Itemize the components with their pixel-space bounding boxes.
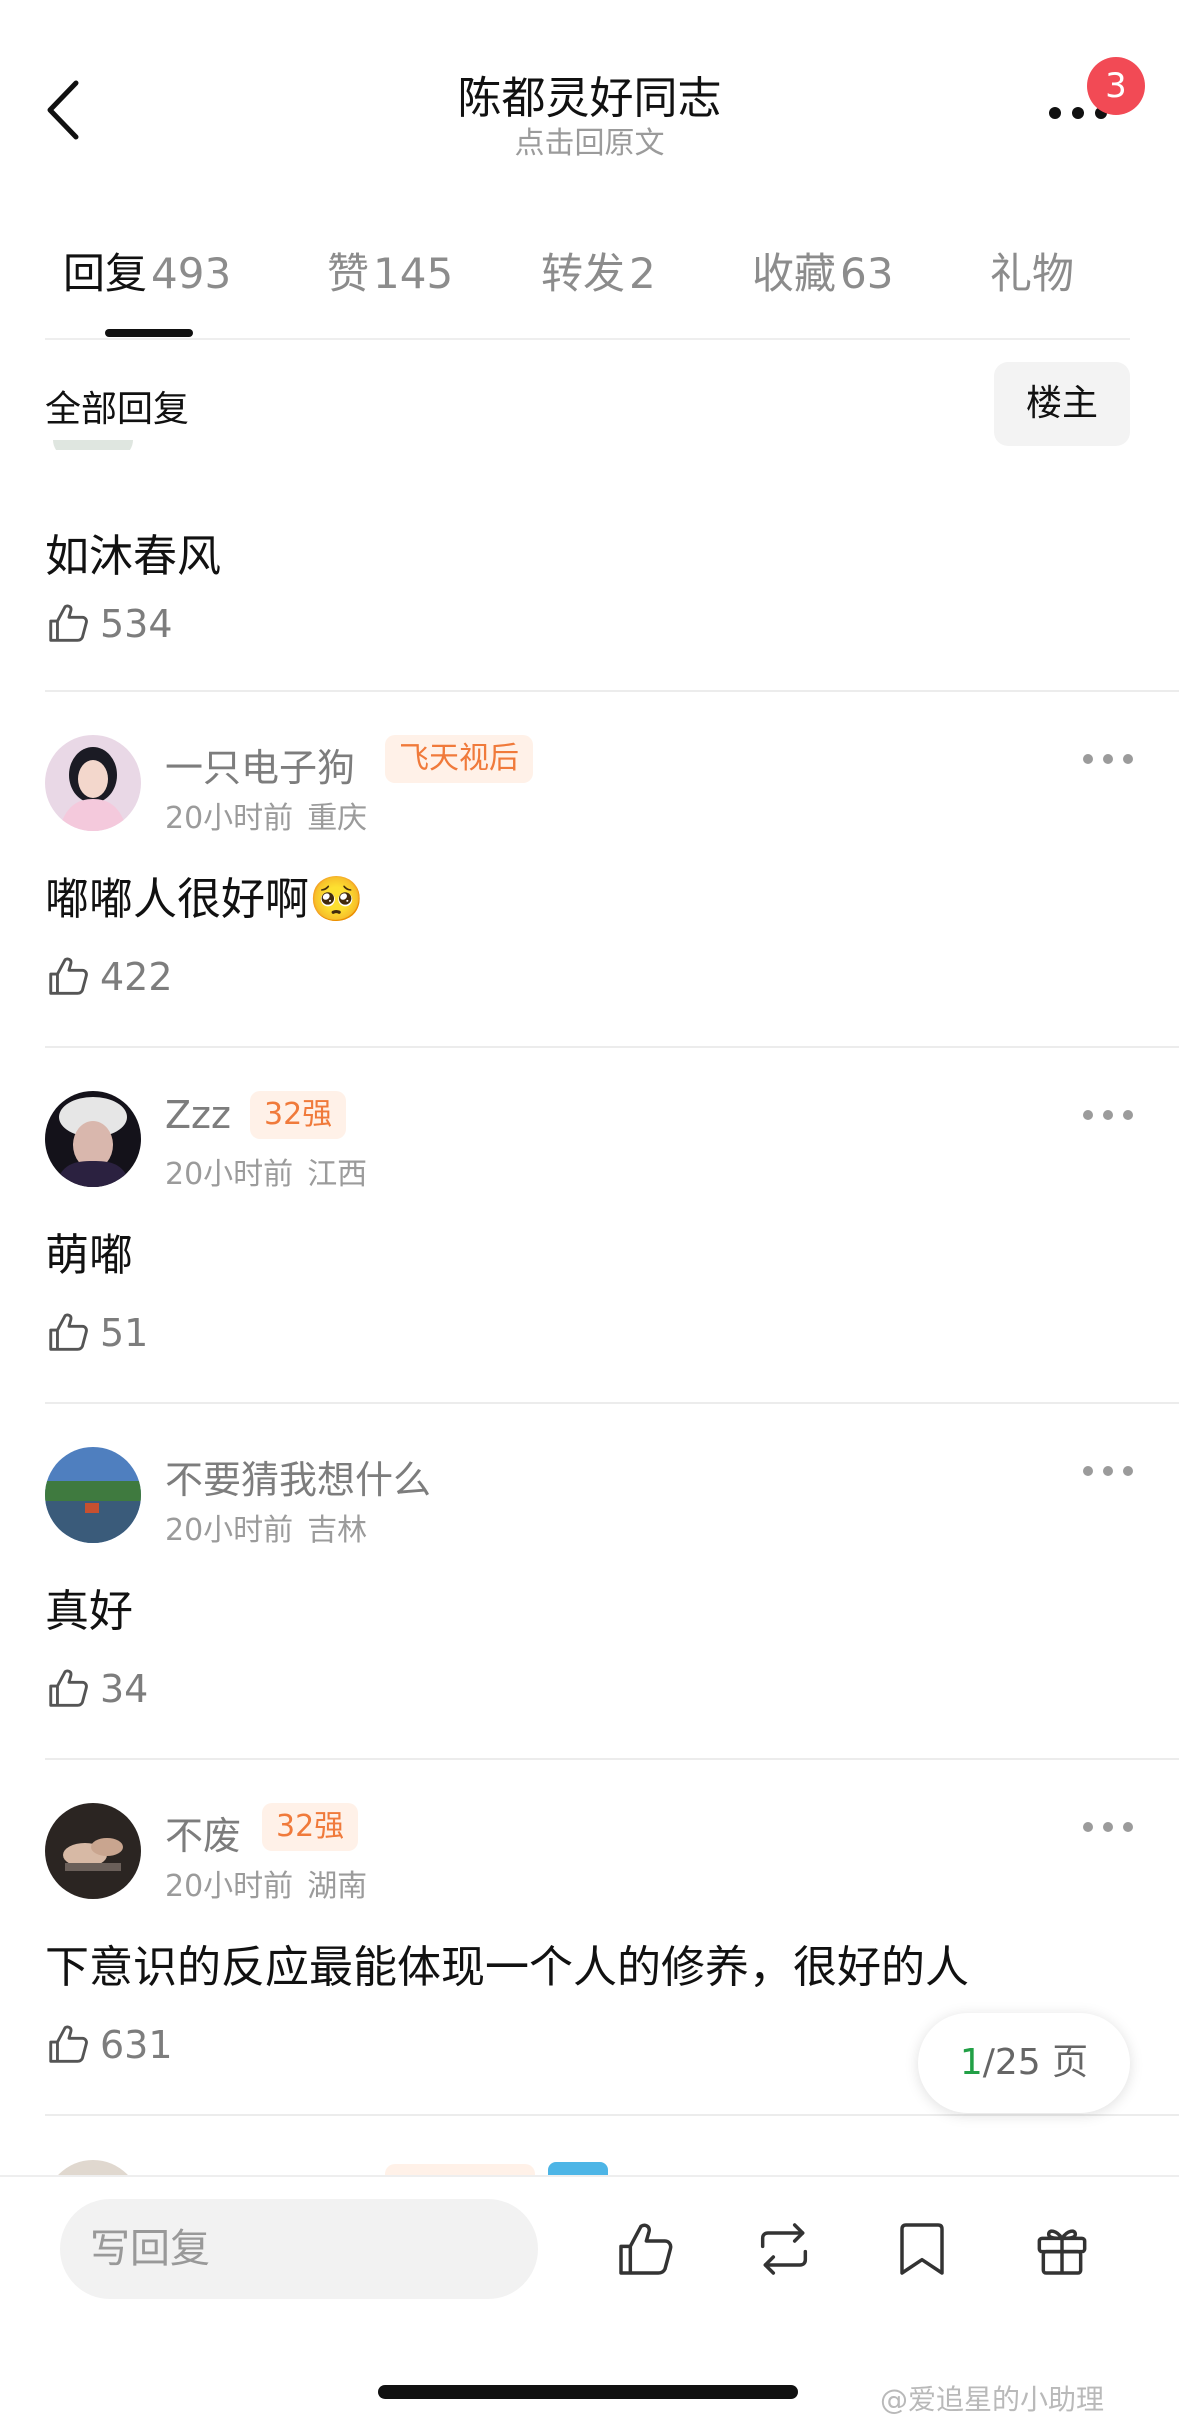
comment-divider [45,1402,1179,1404]
comment-divider [45,690,1179,692]
tab-count: 493 [151,249,232,298]
top-nav-bar: 陈都灵好同志 点击回原文 3 [0,0,1179,190]
comment-meta: 20小时前 江西 [165,1149,367,1193]
tab-label: 礼物 [990,249,1075,298]
comment-time: 20小时前 [165,1869,294,1904]
like-button[interactable]: 34 [45,1663,185,1713]
thumbs-up-icon [49,2025,88,2063]
page-current: 1 [959,2042,983,2083]
all-replies-title: 全部回复 [45,389,190,430]
more-dots-icon [1083,1110,1133,1120]
like-button[interactable]: 631 [45,2019,185,2069]
clipped-avatar [53,440,133,450]
more-dots-icon [1083,754,1133,764]
tabs-divider [45,338,1130,340]
comment-meta: 20小时前 重庆 [165,793,367,837]
page-indicator[interactable]: 1/25 页 [918,2013,1130,2113]
user-name[interactable]: 不要猜我想什么 [165,1449,431,1504]
tab-reposts[interactable]: 转发2 [541,240,656,301]
thumbs-up-icon [619,2223,673,2275]
thumbs-up-icon [49,604,88,642]
comment-text: 如沐春风 [45,531,221,582]
comment-text: 真好 [45,1586,133,1637]
user-name[interactable]: 不废 [165,1805,241,1860]
back-to-original-link[interactable]: 点击回原文 [0,118,1179,162]
tab-label: 收藏 [752,249,837,298]
comment-text: 萌嘟 [45,1230,133,1281]
like-button[interactable]: 422 [45,951,185,1001]
gift-icon [1037,2229,1087,2275]
comment-meta: 20小时前 湖南 [165,1861,367,1905]
comment-time: 20小时前 [165,1157,294,1192]
active-tab-indicator [105,329,193,337]
bookmark-button[interactable] [890,2217,954,2281]
page-total: /25 页 [982,2042,1089,2083]
notification-badge: 3 [1087,57,1145,115]
more-dots-icon [1083,1466,1133,1476]
like-count: 34 [100,1667,149,1711]
tab-label: 回复 [63,249,148,298]
tab-gifts[interactable]: 礼物 [990,240,1074,301]
filter-row: 全部回复 楼主 [45,362,1130,446]
user-badge: 32强 [262,1803,359,1851]
like-button[interactable]: 51 [45,1307,185,1357]
watermark: @爱追星的小助理 [880,2383,1105,2416]
comment-location: 湖南 [307,1869,368,1904]
user-badge: 32强 [250,1091,347,1139]
gift-button[interactable] [1030,2217,1094,2281]
clipped-comment-header [0,440,1179,470]
comment-more-button[interactable] [1080,1815,1136,1839]
repost-icon [760,2223,808,2275]
thumbs-up-icon [49,1313,88,1351]
comment-divider [45,1046,1179,1048]
tab-label: 赞 [327,249,370,298]
comment-location: 江西 [307,1157,368,1192]
tab-label: 转发 [541,249,626,298]
repost-button[interactable] [752,2217,816,2281]
tab-count: 2 [629,249,656,298]
like-count: 534 [100,602,173,646]
user-name[interactable]: Zzz [165,1093,231,1137]
avatar[interactable] [45,1803,141,1899]
comment-more-button[interactable] [1080,1459,1136,1483]
more-dots-icon [1083,1822,1133,1832]
user-badge: 飞天视后 [385,735,533,783]
avatar[interactable] [45,735,141,831]
tab-bar: 回复493 赞145 转发2 收藏63 礼物 [45,240,1145,340]
like-count: 631 [100,2023,173,2067]
comment-time: 20小时前 [165,801,294,836]
comment-text: 嘟嘟人很好啊🥺 [45,874,364,925]
comment-more-button[interactable] [1080,747,1136,771]
owner-filter-button[interactable]: 楼主 [994,362,1130,446]
reply-input[interactable]: 写回复 [60,2199,538,2299]
page-title[interactable]: 陈都灵好同志 [0,62,1179,126]
comment-meta: 20小时前 吉林 [165,1505,367,1549]
thumbs-up-icon [49,1669,88,1707]
avatar[interactable] [45,1447,141,1543]
tab-replies[interactable]: 回复493 [63,240,231,301]
comment-divider [45,2114,1179,2116]
comment-location: 重庆 [307,801,368,836]
avatar[interactable] [45,1091,141,1187]
like-count: 51 [100,1311,149,1355]
comment-divider [45,1758,1179,1760]
tab-favorites[interactable]: 收藏63 [752,240,893,301]
home-indicator [378,2385,798,2399]
comment-text: 下意识的反应最能体现一个人的修养，很好的人 [45,1942,969,1993]
bookmark-icon [900,2223,944,2275]
comment-location: 吉林 [307,1513,368,1548]
tab-count: 145 [373,249,454,298]
user-name[interactable]: 一只电子狗 [165,737,355,792]
comment-more-button[interactable] [1080,1103,1136,1127]
tab-likes[interactable]: 赞145 [327,240,453,301]
like-count: 422 [100,955,173,999]
thumbs-up-icon [49,957,88,995]
comment-time: 20小时前 [165,1513,294,1548]
like-button[interactable]: 534 [45,598,185,648]
like-action-button[interactable] [613,2217,677,2281]
tab-count: 63 [840,249,894,298]
